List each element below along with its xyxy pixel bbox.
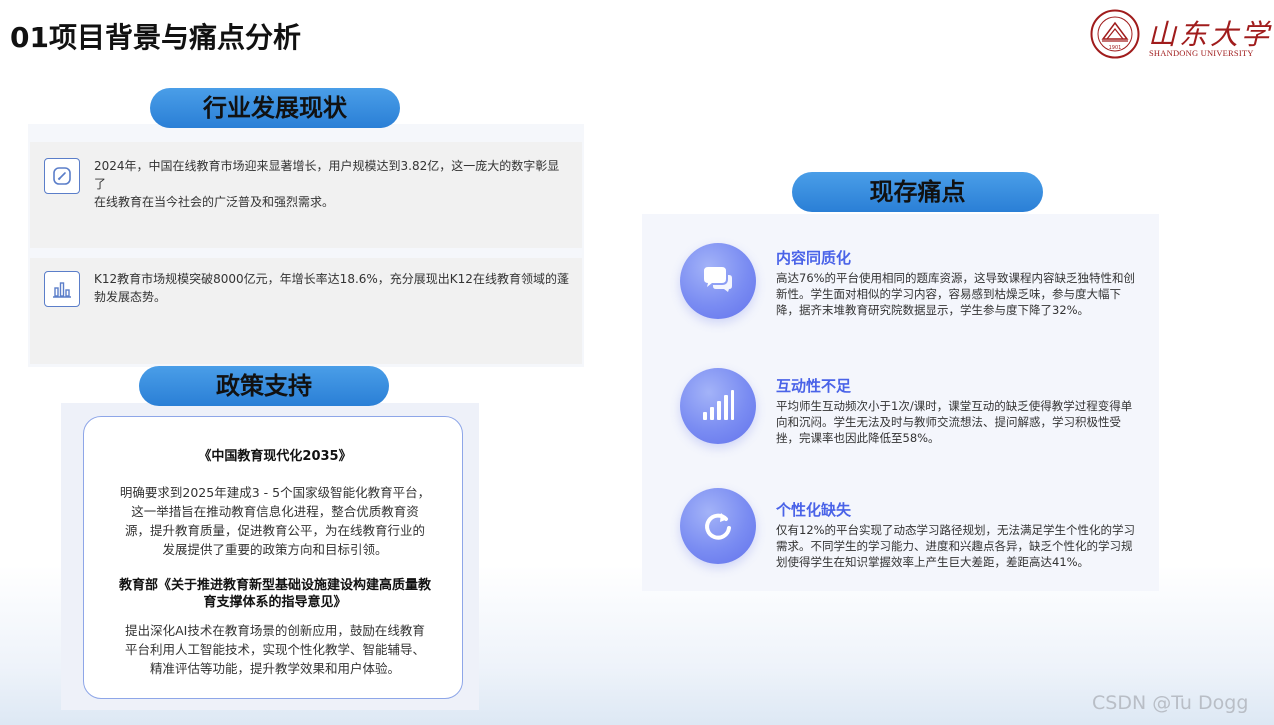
page-title: 01项目背景与痛点分析 bbox=[10, 21, 301, 54]
policy-doc-body: 提出深化AI技术在教育场景的创新应用，鼓励在线教育 平台利用人工智能技术，实现个… bbox=[124, 623, 425, 676]
industry-card-text: K12教育市场规模突破8000亿元，年增长率达18.6%，充分展现出K12在线教… bbox=[94, 272, 569, 286]
policy-doc-body: 明确要求到2025年建成3 - 5个国家级智能化教育平台， 这一举措旨在推动教育… bbox=[119, 485, 431, 557]
watermark: CSDN @Tu Dogg bbox=[1092, 692, 1249, 714]
pain-point-text: 高达76%的平台使用相同的题库资源，这导致课程内容缺乏独特性和创 新性。学生面对… bbox=[776, 271, 1136, 317]
university-seal-icon: 1901 bbox=[1090, 9, 1140, 59]
svg-text:1901: 1901 bbox=[1109, 45, 1122, 51]
refresh-icon bbox=[680, 488, 756, 564]
university-logo: 1901 山东大学 SHANDONG UNIVERSITY bbox=[1090, 9, 1269, 61]
policy-doc-title: 教育部《关于推进教育新型基础设施建设构建高质量教 育支撑体系的指导意见》 bbox=[118, 578, 431, 610]
industry-card-text: 在线教育在当今社会的广泛普及和强烈需求。 bbox=[94, 195, 335, 209]
pain-point-text: 平均师生互动频次小于1次/课时，课堂互动的缺乏使得教学过程变得单 向和沉闷。学生… bbox=[776, 399, 1133, 445]
pain-point-title: 内容同质化 bbox=[776, 249, 852, 267]
pain-point-text: 仅有12%的平台实现了动态学习路径规划，无法满足学生个性化的学习 需求。不同学生… bbox=[776, 523, 1136, 569]
industry-card: 2024年，中国在线教育市场迎来显著增长，用户规模达到3.82亿，这一庞大的数字… bbox=[30, 142, 582, 248]
industry-heading: 行业发展现状 bbox=[150, 88, 400, 128]
pain-point-title: 互动性不足 bbox=[776, 377, 852, 395]
logo-chinese-name: 山东大学 bbox=[1148, 18, 1273, 51]
edit-icon bbox=[44, 158, 80, 194]
signal-bars-icon bbox=[680, 368, 756, 444]
industry-card: K12教育市场规模突破8000亿元，年增长率达18.6%，充分展现出K12在线教… bbox=[30, 258, 582, 364]
pain-points-heading: 现存痛点 bbox=[792, 172, 1043, 212]
policy-doc-title: 《中国教育现代化2035》 bbox=[198, 449, 352, 464]
industry-card-text: 勃发展态势。 bbox=[94, 290, 167, 304]
policy-heading: 政策支持 bbox=[139, 366, 389, 406]
bar-chart-icon bbox=[44, 271, 80, 307]
logo-english-name: SHANDONG UNIVERSITY bbox=[1149, 48, 1254, 58]
pain-point-title: 个性化缺失 bbox=[776, 501, 852, 519]
industry-card-text: 2024年，中国在线教育市场迎来显著增长，用户规模达到3.82亿，这一庞大的数字… bbox=[94, 159, 560, 191]
chat-bubbles-icon bbox=[680, 243, 756, 319]
